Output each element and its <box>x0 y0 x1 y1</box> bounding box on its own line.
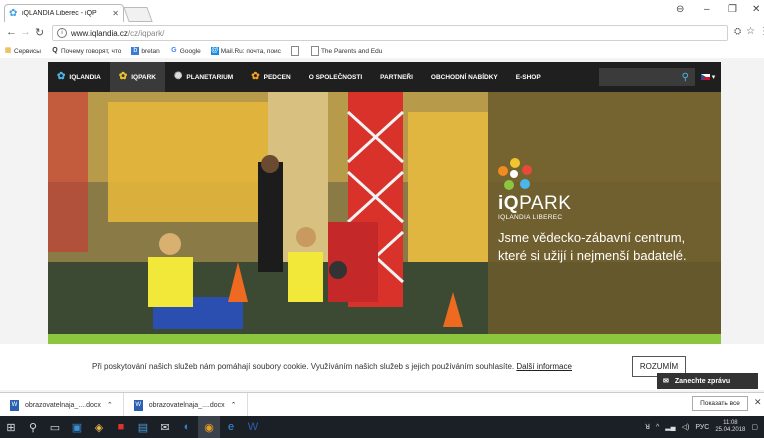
cookie-message: Při poskytování našich služeb nám pomáha… <box>92 362 572 371</box>
nav-item-iqpark[interactable]: ✿ IQPARK <box>109 62 166 92</box>
app-blue-icon[interactable]: ▤ <box>132 416 154 438</box>
photoshop-icon[interactable]: ▣ <box>66 416 88 438</box>
address-bar[interactable]: i www.iqlandia.cz /cz/iqpark/ <box>52 25 728 41</box>
profile-icon[interactable]: ⊖ <box>676 4 684 15</box>
page-icon <box>290 46 299 56</box>
chevron-up-icon[interactable]: ⌃ <box>231 401 237 409</box>
bookmark-item[interactable]: ▦ Сервисы <box>4 47 41 55</box>
clock[interactable]: 11:08 25.04.2018 <box>715 420 745 434</box>
planetarium-icon: ✺ <box>174 71 183 82</box>
translate-icon[interactable]: ⛭ <box>734 26 741 37</box>
search-icon[interactable]: ⚲ <box>682 72 689 83</box>
word-icon[interactable]: W <box>242 416 264 438</box>
tray-chevron-icon[interactable]: ^ <box>656 424 659 431</box>
site-favicon-icon: ✿ <box>9 7 18 19</box>
brand-subtitle: IQLANDIA LIBEREC <box>498 214 563 221</box>
reload-icon[interactable]: ↻ <box>35 26 44 39</box>
hero-tagline-line2: které si užijí i nejmenší badatelé. <box>498 248 687 263</box>
site-info-icon[interactable]: i <box>57 28 67 38</box>
system-tray: ꓤ ^ ▂▄ ◁) РУС 11:08 25.04.2018 ▢ <box>645 420 764 434</box>
mail-icon[interactable]: ✉ <box>154 416 176 438</box>
download-item[interactable]: W obrazovatelnaja_....docx ⌃ <box>0 393 124 417</box>
bookmark-blue-icon: b <box>131 47 140 55</box>
nav-item-iqlandia[interactable]: ✿ IQLANDIA <box>48 62 110 92</box>
menu-icon[interactable]: ⋮ <box>759 26 764 37</box>
tab-title: iQLANDIA Liberec - iQP <box>22 10 97 17</box>
browser-tab[interactable]: ✿ iQLANDIA Liberec - iQP ✕ <box>4 4 124 22</box>
green-accent-strip <box>48 334 721 344</box>
nav-item-pedcen[interactable]: ✿ PEDCEN <box>242 62 299 92</box>
bookmark-item[interactable]: G Google <box>170 47 201 55</box>
site-navigation: ✿ IQLANDIA ✿ IQPARK ✺ PLANETARIUM ✿ PEDCEN O… <box>48 62 721 92</box>
nav-item-obchodni-nabidky[interactable]: OBCHODNÍ NABÍDKY <box>422 62 507 92</box>
word-document-icon: W <box>10 399 19 411</box>
close-tab-icon[interactable]: ✕ <box>112 9 119 18</box>
word-document-icon: W <box>133 399 143 411</box>
media-icon[interactable]: ◐ <box>176 416 198 438</box>
language-indicator[interactable]: РУС <box>695 424 709 431</box>
bookmark-item[interactable] <box>290 46 301 56</box>
edge-icon[interactable]: e <box>220 416 242 438</box>
nav-item-partneri[interactable]: PARTNEŘI <box>371 62 422 92</box>
hero-text: iQPARK IQLANDIA LIBEREC Jsme vědecko-záb… <box>498 158 708 265</box>
network-icon[interactable]: ▂▄ <box>665 423 675 431</box>
language-selector[interactable]: ▾ <box>695 62 721 92</box>
show-all-downloads-button[interactable]: Показать все <box>692 396 748 411</box>
envelope-icon: ✉ <box>663 378 669 385</box>
close-downloads-icon[interactable]: ✕ <box>754 397 762 408</box>
chrome-icon[interactable]: ◉ <box>198 416 220 438</box>
windows-taskbar: ⊞ ⚲ ▭ ▣ ◈ ■ ▤ ✉ ◐ ◉ e W ꓤ ^ ▂▄ ◁) РУС 11… <box>0 416 764 438</box>
google-g-icon: G <box>171 47 177 54</box>
page-icon <box>310 46 319 56</box>
nav-item-e-shop[interactable]: E-SHOP <box>507 62 550 92</box>
iqpark-flower-icon: ✿ <box>118 71 128 82</box>
bookmark-item[interactable]: Q Почему говорят, что <box>51 47 121 55</box>
nav-item-planetarium[interactable]: ✺ PLANETARIUM <box>165 62 242 92</box>
bookmark-item[interactable]: b bretan <box>131 47 160 55</box>
apps-grid-icon: ▦ <box>4 47 12 54</box>
bookmark-star-icon[interactable]: ☆ <box>746 26 755 37</box>
iqpark-logo-icon <box>498 158 532 192</box>
url-path: /cz/iqpark/ <box>127 28 165 38</box>
download-item[interactable]: W obrazovatelnaja_....docx ⌃ <box>124 393 248 417</box>
bookmark-item[interactable]: The Parents and Edu <box>310 46 382 56</box>
cookie-more-info-link[interactable]: Další informace <box>516 362 572 371</box>
site-search-input[interactable]: ⚲ <box>599 68 695 86</box>
url-host: www.iqlandia.cz <box>71 28 128 38</box>
brand-logo: iQPARK <box>498 193 572 214</box>
iqlandia-flower-icon: ✿ <box>57 71 66 82</box>
chevron-up-icon[interactable]: ⌃ <box>107 401 113 409</box>
start-icon[interactable]: ⊞ <box>0 416 22 438</box>
new-tab-button[interactable] <box>123 7 153 22</box>
chat-widget-button[interactable]: ✉ Zanechte zprávu <box>657 373 758 389</box>
pedcen-icon: ✿ <box>251 71 260 82</box>
search-q-icon: Q <box>52 47 58 54</box>
czech-flag-icon <box>700 74 710 80</box>
minimize-icon[interactable]: – <box>704 4 710 15</box>
notifications-icon[interactable]: ▢ <box>751 423 758 431</box>
window-close-icon[interactable]: ✕ <box>752 4 760 15</box>
downloads-bar: W obrazovatelnaja_....docx ⌃ W obrazovat… <box>0 392 764 417</box>
bookmark-item[interactable]: @ Mail.Ru: почта, поис <box>210 47 281 55</box>
nav-item-o-spolecnosti[interactable]: O SPOLEČNOSTI <box>300 62 371 92</box>
back-icon[interactable]: ← <box>6 26 17 38</box>
hero-tagline-line1: Jsme vědecko-zábavní centrum, <box>498 230 686 245</box>
chevron-down-icon: ▾ <box>711 74 716 81</box>
mailru-icon: @ <box>210 47 219 55</box>
people-icon[interactable]: ꓤ <box>645 423 650 431</box>
app-red-icon[interactable]: ■ <box>110 416 132 438</box>
search-icon[interactable]: ⚲ <box>22 416 44 438</box>
task-view-icon[interactable]: ▭ <box>44 416 66 438</box>
forward-icon[interactable]: → <box>20 26 31 38</box>
store-icon[interactable]: ◈ <box>88 416 110 438</box>
volume-icon[interactable]: ◁) <box>682 423 690 431</box>
bookmarks-bar: ▦ Сервисы Q Почему говорят, что b bretan GG… <box>0 44 764 58</box>
restore-icon[interactable]: ❐ <box>728 4 737 15</box>
